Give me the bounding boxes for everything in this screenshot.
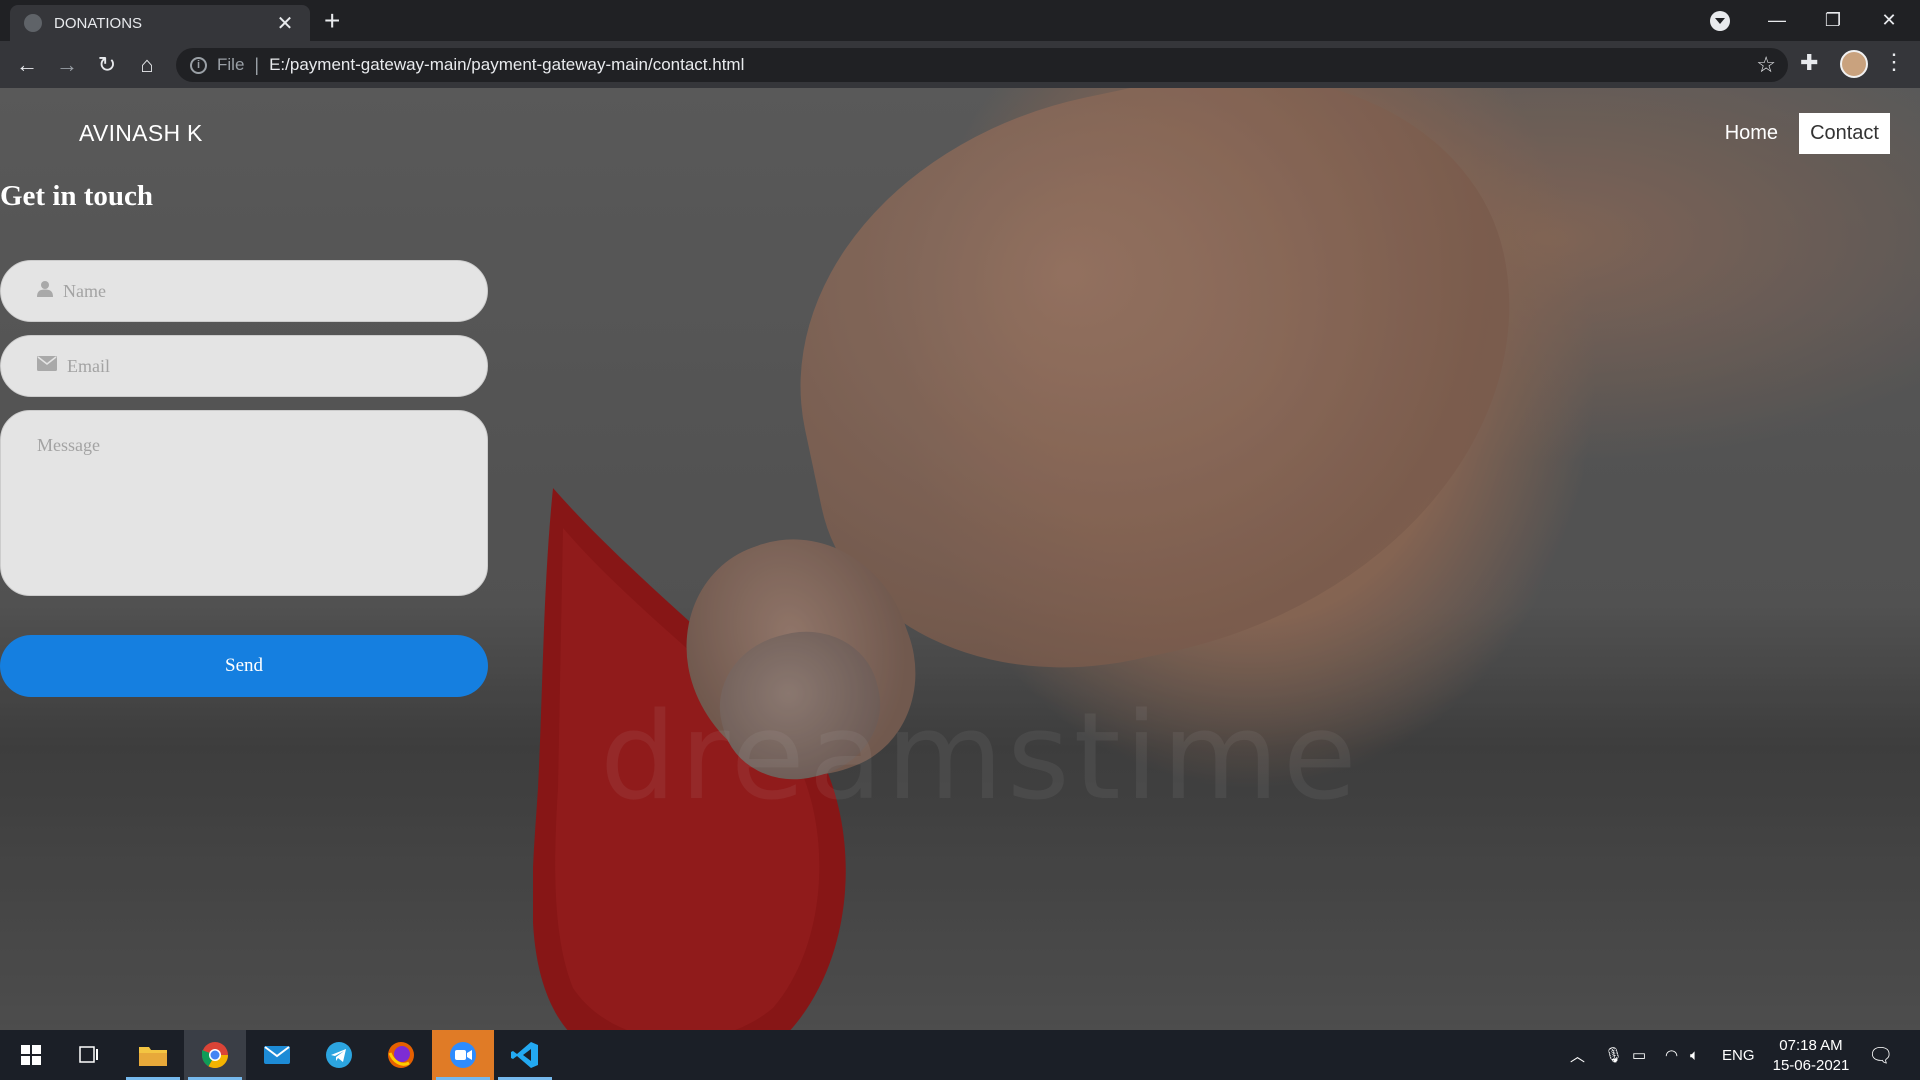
user-icon [37,280,53,303]
globe-icon [24,14,42,32]
browser-toolbar: ← → ↻ ⌂ i File | E:/payment-gateway-main… [0,41,1920,88]
address-separator: | [254,54,260,75]
windows-start-icon[interactable] [0,1030,62,1080]
battery-icon[interactable]: ▭ [1632,1030,1646,1080]
name-placeholder: Name [63,280,106,301]
firefox-icon[interactable] [370,1030,432,1080]
tab-title: DONATIONS [54,14,143,32]
info-icon[interactable]: i [190,56,207,74]
back-arrow-icon[interactable]: ← [12,50,42,80]
nav-contact-link[interactable]: Contact [1799,113,1890,154]
site-nav: Home Contact [1704,113,1890,154]
profile-avatar[interactable] [1840,50,1868,78]
send-button[interactable]: Send [0,635,488,697]
forward-arrow-icon[interactable]: → [52,50,82,80]
address-url[interactable]: E:/payment-gateway-main/payment-gateway-… [269,55,744,75]
reload-icon[interactable]: ↻ [92,50,122,80]
microphone-icon[interactable]: 🎙︎ [1604,1030,1623,1080]
browser-tab[interactable]: DONATIONS ✕ [10,5,310,41]
address-scheme: File [217,55,245,74]
bookmark-star-icon[interactable]: ☆ [1756,52,1776,78]
clock-date: 15-06-2021 [1772,1057,1850,1074]
telegram-icon[interactable] [308,1030,370,1080]
message-placeholder: Message [37,435,100,455]
page-title: Get in touch [0,180,154,212]
network-icon[interactable]: ◠ [1665,1030,1678,1080]
file-explorer-icon[interactable] [122,1030,184,1080]
email-placeholder: Email [67,355,110,376]
clock-time: 07:18 AM [1779,1037,1843,1054]
address-bar[interactable]: i File | E:/payment-gateway-main/payment… [176,48,1788,82]
language-indicator[interactable]: ENG [1722,1030,1755,1080]
show-hidden-icons-icon[interactable]: ︿ [1570,1030,1585,1080]
message-textarea[interactable]: Message [0,410,488,596]
chrome-icon[interactable] [184,1030,246,1080]
notifications-icon[interactable]: 🗨︎ [1868,1030,1893,1080]
zoom-icon[interactable] [432,1030,494,1080]
browser-tab-strip: DONATIONS ✕ + — ❐ ✕ [0,0,1920,41]
home-icon[interactable]: ⌂ [132,50,162,80]
tab-search-icon[interactable] [1710,11,1730,31]
restore-icon[interactable]: ❐ [1805,0,1861,41]
task-view-icon[interactable] [58,1030,120,1080]
window-close-icon[interactable]: ✕ [1861,0,1917,41]
page-viewport: dreamstime AVINASH K Home Contact Get in… [0,88,1920,1030]
email-field[interactable]: Email [0,335,488,397]
volume-icon[interactable]: 🔈︎ [1690,1030,1699,1080]
new-tab-button[interactable]: + [324,6,340,36]
envelope-icon [37,355,57,377]
windows-taskbar: ︿ 🎙︎ ▭ ◠ 🔈︎ ENG 07:18 AM 15-06-2021 🗨︎ [0,1030,1920,1080]
name-field[interactable]: Name [0,260,488,322]
system-clock[interactable]: 07:18 AM 15-06-2021 [1768,1036,1854,1076]
vscode-icon[interactable] [494,1030,556,1080]
extensions-puzzle-icon[interactable]: ✚ [1800,50,1818,76]
site-brand[interactable]: AVINASH K [79,120,203,147]
email-app-icon[interactable] [246,1030,308,1080]
browser-menu-icon[interactable]: ⋮ [1883,49,1905,75]
minimize-icon[interactable]: — [1749,0,1805,41]
nav-home-link[interactable]: Home [1714,113,1789,154]
tab-close-icon[interactable]: ✕ [274,11,296,36]
